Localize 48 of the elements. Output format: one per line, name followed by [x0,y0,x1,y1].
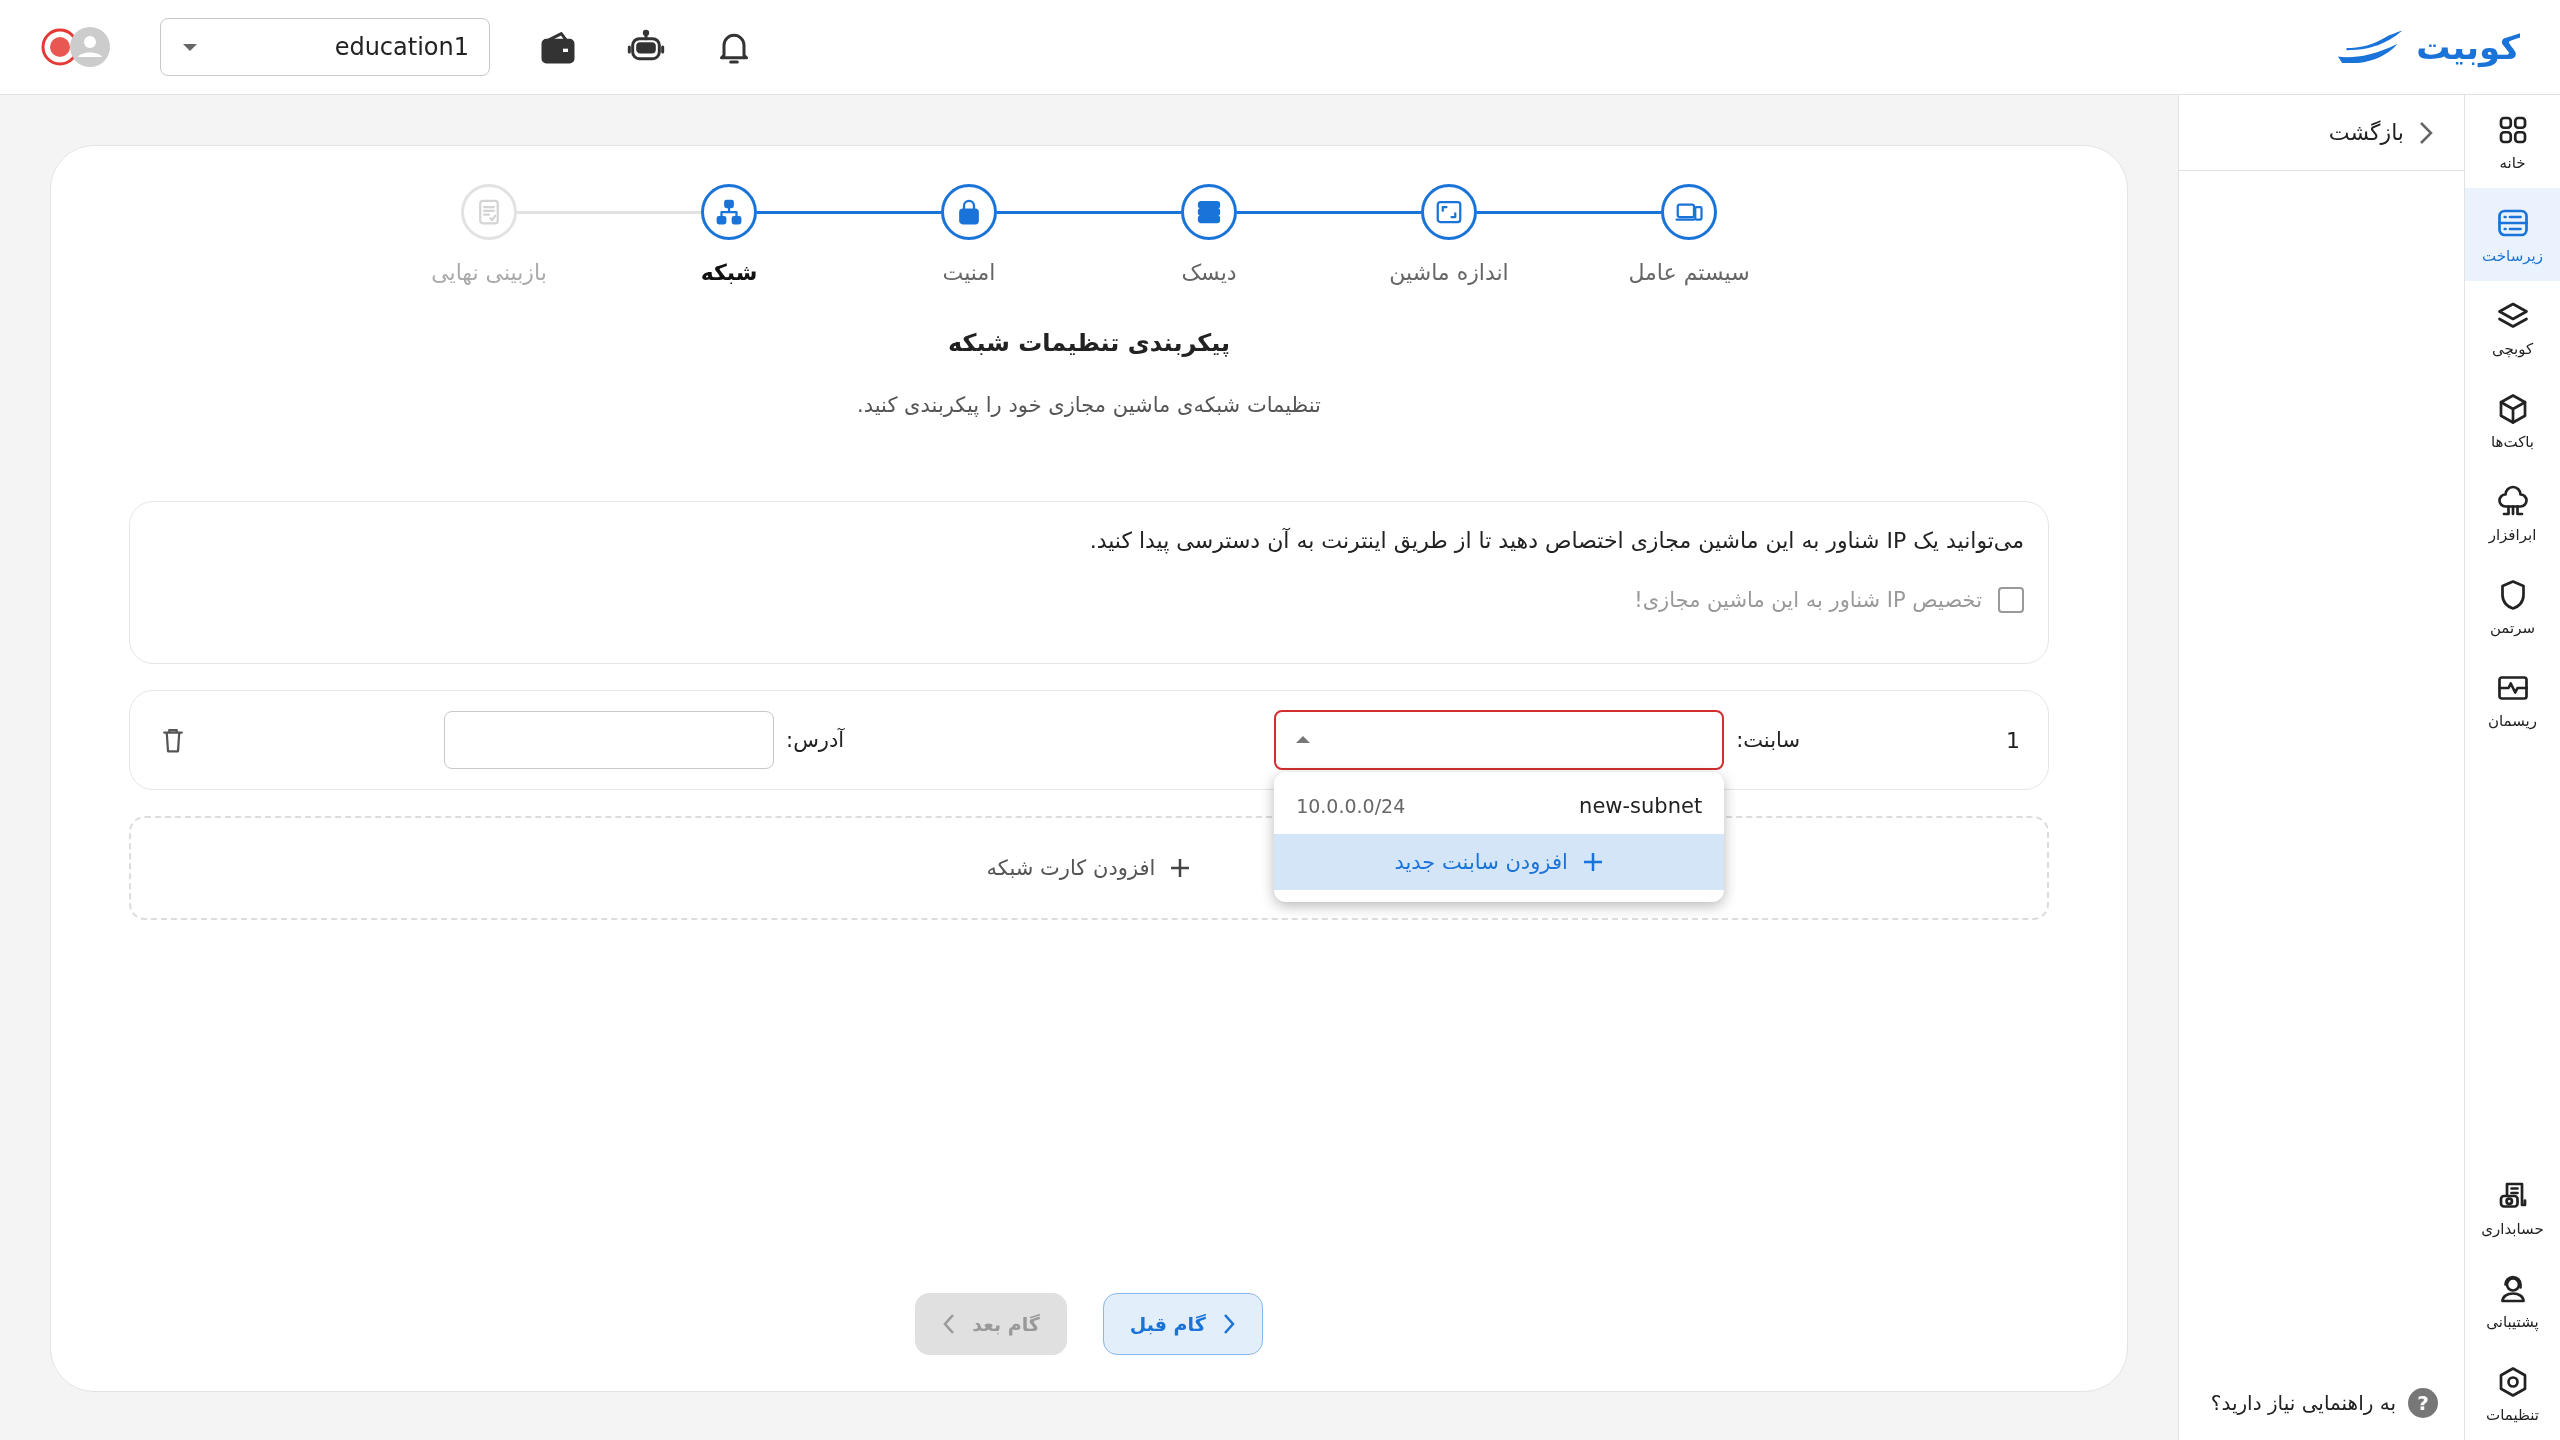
network-icon [714,197,744,227]
plus-icon [1169,857,1192,879]
back-link[interactable]: بازگشت [2179,95,2464,171]
nav-item[interactable]: پشتیبانی [2465,1254,2560,1347]
step-label: بازبینی نهایی [431,260,547,285]
card-index: 1 [2005,727,2020,753]
step-circle[interactable] [1421,184,1477,240]
nav-item[interactable]: تنظیمات [2465,1347,2560,1440]
chevron-icon [942,1312,957,1336]
address-field[interactable] [444,711,775,769]
chevron-icon [2418,119,2434,146]
chevron-icon [1221,1312,1236,1336]
step-label: دیسک [1181,260,1237,285]
caret-icon [183,42,197,52]
page-title: پیکربندی تنظیمات شبکه [946,329,1232,357]
nav-item[interactable]: حسابداری [2465,1161,2560,1254]
nav-item[interactable]: سرتمن [2465,560,2560,653]
plus-icon [1581,851,1604,873]
step-circle[interactable] [1181,184,1237,240]
logo-text: کوبیت [2416,27,2520,67]
add-subnet-option[interactable]: افزودن سابنت جدید [1274,834,1725,890]
checkbox-label: تخصیص IP شناور به این ماشین مجازی! [1634,588,1982,612]
step-label: امنیت [942,260,996,285]
subnet-cidr: 10.0.0.0/24 [1296,795,1406,817]
help-icon[interactable]: ? [2408,1388,2438,1418]
step-circle[interactable] [1661,184,1717,240]
step-label: شبکه [700,260,758,285]
nav-item[interactable]: خانه [2465,95,2560,188]
page-subtitle: تنظیمات شبکه‌ی ماشین مجازی خود را پیکربندی کنید. [856,393,1322,417]
previous-button[interactable]: گام قبل [1102,1293,1263,1355]
nav-item[interactable]: ابرافزار [2465,467,2560,560]
nav-item[interactable]: باکت‌ها [2465,374,2560,467]
step-label: اندازه ماشین [1389,260,1509,285]
nav-item[interactable]: کوبچی [2465,281,2560,374]
step-circle[interactable] [701,184,757,240]
caret-icon [1296,735,1311,745]
checkbox[interactable] [1998,587,2024,613]
step-circle[interactable] [941,184,997,240]
description: می‌توانید یک IP شناور به این ماشین مجازی اختصاص دهید تا از طریق اینترنت به آن دسترسی پیدا کنید. [1088,528,2024,553]
subnet-name: new-subnet [1579,794,1703,818]
help-link[interactable]: به راهنمایی نیاز دارید؟ [2210,1391,2396,1415]
step-label: سیستم عامل [1628,260,1750,285]
subnet-label: سابنت: [1736,728,1800,752]
nav-item[interactable]: زیرساخت [2465,188,2560,281]
subnet-select[interactable] [1274,710,1725,770]
project-select[interactable]: education1 [160,18,490,76]
address-label: آدرس: [786,728,845,752]
nav-item[interactable]: ریسمان [2465,653,2560,746]
